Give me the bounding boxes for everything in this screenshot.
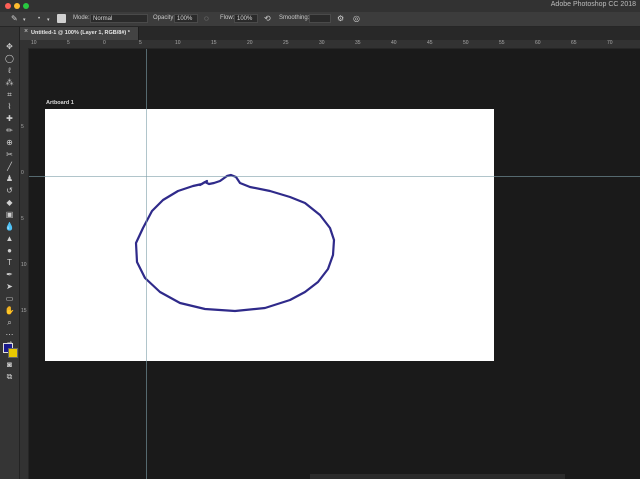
brush-stroke-drawing: [134, 173, 336, 313]
status-strip: [310, 474, 565, 479]
vertical-guide[interactable]: [146, 49, 147, 479]
brush-stroke: [134, 173, 336, 313]
horizontal-guide[interactable]: [29, 176, 640, 177]
